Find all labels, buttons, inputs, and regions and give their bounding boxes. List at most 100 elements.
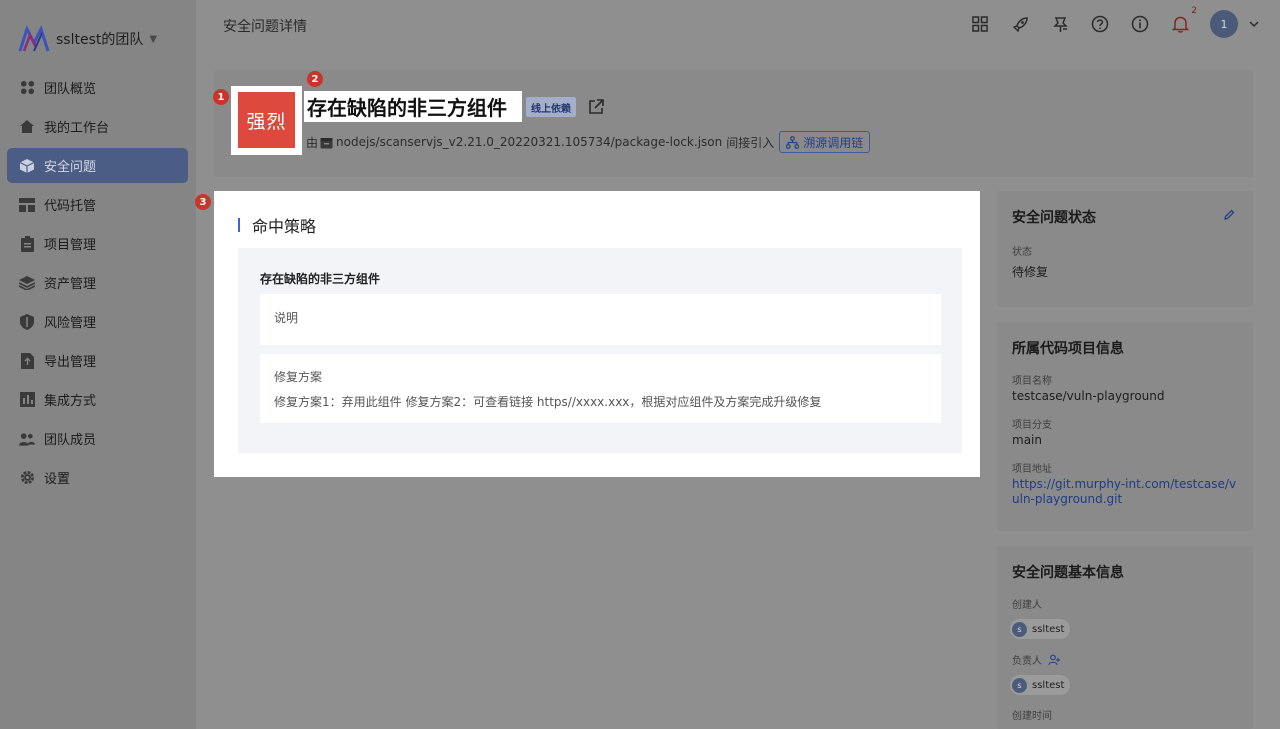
issue-header-panel	[214, 70, 1253, 177]
owner-avatar: s	[1012, 677, 1027, 693]
caret-down-icon: ▼	[149, 33, 158, 45]
external-link-icon[interactable]	[587, 98, 605, 116]
export-icon	[19, 352, 35, 369]
user-avatar[interactable]: 1	[1210, 10, 1238, 38]
layers-icon	[19, 275, 35, 291]
annotation-marker-2: 2	[307, 71, 323, 87]
home-icon	[19, 119, 35, 135]
project-card-title: 所属代码项目信息	[1012, 341, 1124, 357]
team-switcher[interactable]: ssltest的团队 ▼	[18, 24, 157, 54]
sidebar-item-label: 我的工作台	[44, 121, 110, 136]
team-name: ssltest的团队	[56, 32, 144, 48]
owner-label: 负责人	[1012, 656, 1042, 667]
annotation-marker-3: 3	[195, 194, 211, 210]
issue-status-card: 安全问题状态 状态 待修复	[997, 191, 1253, 307]
sidebar-item-label: 设置	[44, 472, 71, 487]
project-name-label: 项目名称	[1012, 376, 1052, 387]
sidebar-nav: 团队概览 我的工作台 安全问题 代码托管 项目管理 资产管理 风险管理 导出管理…	[7, 70, 188, 499]
sidebar-item-settings[interactable]: 设置	[7, 460, 188, 495]
creator-avatar: s	[1012, 621, 1027, 637]
sidebar-item-label: 导出管理	[44, 355, 97, 370]
notification-bell-icon[interactable]: 2	[1170, 6, 1197, 34]
severity-badge: 强烈	[231, 86, 302, 155]
sidebar-item-label: 资产管理	[44, 277, 97, 292]
sidebar: ssltest的团队 ▼ 团队概览 我的工作台 安全问题 代码托管 项目管理 资…	[0, 0, 196, 729]
sidebar-item-label: 项目管理	[44, 238, 97, 253]
layout-icon	[19, 197, 35, 213]
sidebar-item-asset-management[interactable]: 资产管理	[7, 265, 188, 300]
sidebar-item-overview[interactable]: 团队概览	[7, 70, 188, 105]
sidebar-item-security-issues[interactable]: 安全问题	[7, 148, 188, 183]
trace-call-chain-button[interactable]: 溯源调用链	[779, 131, 871, 153]
help-icon[interactable]	[1090, 14, 1110, 34]
sidebar-item-label: 风险管理	[44, 316, 97, 331]
edit-icon[interactable]	[1223, 209, 1235, 221]
info-icon[interactable]	[1130, 14, 1150, 34]
project-url-label: 项目地址	[1012, 464, 1052, 475]
status-label: 状态	[1012, 247, 1032, 258]
trace-call-chain-label: 溯源调用链	[803, 135, 864, 150]
sidebar-item-team-members[interactable]: 团队成员	[7, 421, 188, 456]
sidebar-item-integration[interactable]: 集成方式	[7, 382, 188, 417]
notification-count: 2	[1191, 6, 1197, 16]
sidebar-item-label: 团队成员	[44, 433, 97, 448]
call-chain-icon	[786, 135, 800, 149]
owner-name: ssltest	[1032, 679, 1065, 691]
issue-title-box: 存在缺陷的非三方组件	[304, 91, 522, 122]
apps-grid-icon[interactable]	[970, 14, 990, 34]
top-toolbar: 2 1	[950, 6, 1260, 38]
sidebar-item-export-management[interactable]: 导出管理	[7, 343, 188, 378]
dependency-path: nodejs/scanservjs_v2.21.0_20220321.10573…	[336, 135, 723, 149]
fix-text: 修复方案1：弃用此组件 修复方案2：可查看链接 https//xxxx.xxx，…	[274, 395, 822, 409]
policy-heading-text: 命中策略	[252, 217, 317, 236]
project-branch-label: 项目分支	[1012, 420, 1052, 431]
owner-chip[interactable]: s ssltest	[1010, 675, 1071, 695]
policy-fix-box: 修复方案 修复方案1：弃用此组件 修复方案2：可查看链接 https//xxxx…	[260, 354, 941, 423]
created-time-label: 创建时间	[1012, 711, 1052, 722]
policy-rule-name: 存在缺陷的非三方组件	[260, 272, 381, 286]
rocket-icon[interactable]	[1010, 14, 1030, 34]
issue-basic-info-card: 安全问题基本信息 创建人 s ssltest 负责人 s ssltest 创建时…	[997, 546, 1253, 729]
online-dependency-tag: 线上依赖	[526, 97, 576, 117]
heading-accent-bar	[238, 218, 240, 232]
project-url-link[interactable]: https://git.murphy-int.com/testcase/vuln…	[1012, 477, 1242, 507]
pin-icon[interactable]	[1050, 14, 1070, 34]
top-bar: 安全问题详情 2 1	[196, 0, 1280, 50]
chevron-down-icon[interactable]	[1248, 18, 1260, 30]
project-name-value: testcase/vuln-playground	[1012, 389, 1165, 403]
package-icon	[320, 137, 333, 148]
severity-label: 强烈	[238, 92, 295, 148]
annotation-marker-1: 1	[213, 89, 229, 105]
page-title: 安全问题详情	[223, 19, 307, 35]
status-value: 待修复	[1012, 265, 1049, 279]
sidebar-item-label: 团队概览	[44, 82, 97, 97]
add-person-icon[interactable]	[1048, 654, 1061, 666]
description-label: 说明	[274, 311, 299, 325]
cube-icon	[19, 158, 35, 174]
sidebar-item-risk-management[interactable]: 风险管理	[7, 304, 188, 339]
issue-title: 存在缺陷的非三方组件	[307, 96, 507, 120]
sidebar-item-code-hosting[interactable]: 代码托管	[7, 187, 188, 222]
creator-name: ssltest	[1032, 623, 1065, 635]
sidebar-item-label: 代码托管	[44, 199, 97, 214]
team-logo-icon	[18, 25, 50, 52]
policy-description-box: 说明	[260, 294, 941, 345]
policy-body: 存在缺陷的非三方组件 说明 修复方案 修复方案1：弃用此组件 修复方案2：可查看…	[238, 248, 962, 453]
creator-chip[interactable]: s ssltest	[1010, 619, 1071, 639]
path-suffix: 间接引入	[726, 135, 775, 150]
project-info-card: 所属代码项目信息 项目名称 testcase/vuln-playground 项…	[997, 322, 1253, 531]
sidebar-item-label: 安全问题	[44, 160, 97, 175]
dependency-path-row: 由 nodejs/scanservjs_v2.21.0_20220321.105…	[306, 131, 871, 153]
team-icon	[19, 431, 35, 447]
integration-icon	[19, 392, 35, 408]
status-card-title: 安全问题状态	[1012, 210, 1096, 226]
sidebar-item-project-management[interactable]: 项目管理	[7, 226, 188, 261]
owner-label-row: 负责人	[1012, 652, 1061, 667]
dashboard-icon	[19, 80, 35, 96]
sidebar-item-label: 集成方式	[44, 394, 97, 409]
shield-icon	[19, 313, 35, 330]
path-prefix: 由	[306, 135, 319, 150]
sidebar-item-workbench[interactable]: 我的工作台	[7, 109, 188, 144]
fix-label: 修复方案	[274, 370, 323, 384]
basic-card-title: 安全问题基本信息	[1012, 565, 1124, 581]
